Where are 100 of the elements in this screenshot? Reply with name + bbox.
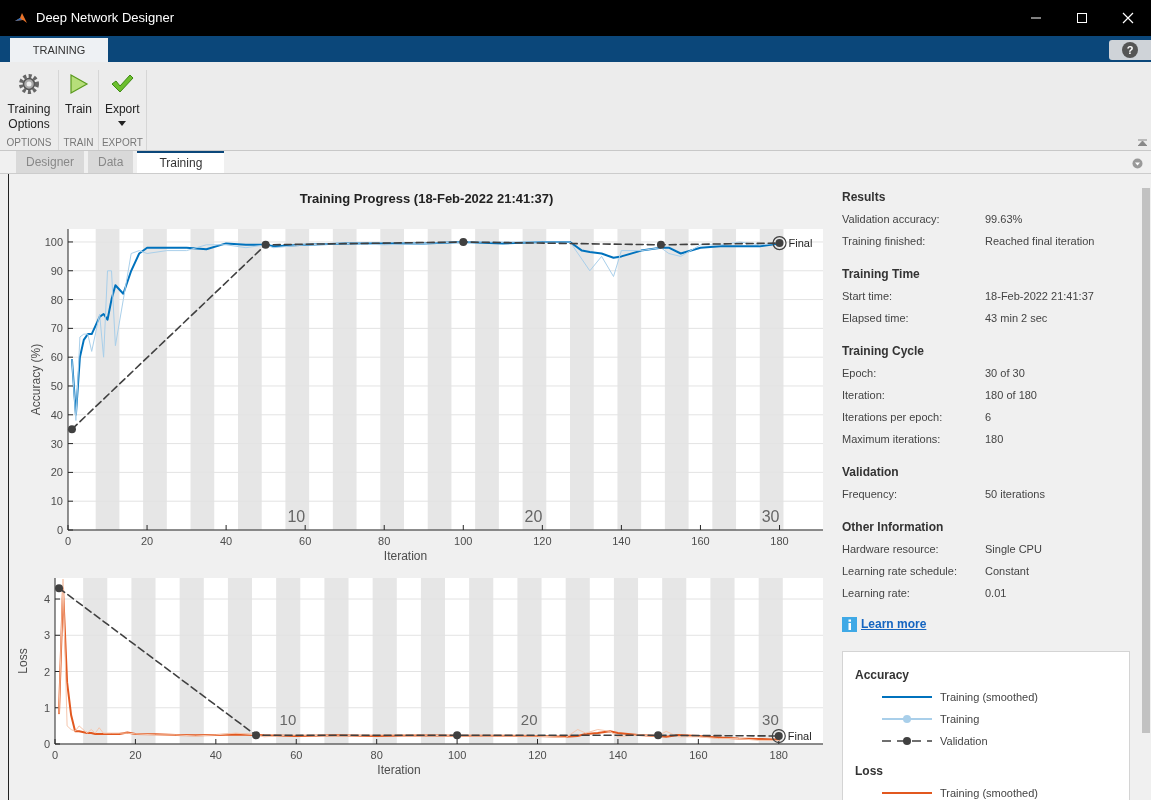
info-label: Training finished: xyxy=(842,234,927,249)
section-heading: Results xyxy=(842,189,887,206)
epoch-label: 10 xyxy=(279,710,297,728)
tick-label: 40 xyxy=(220,534,233,547)
axis-title: Accuracy (%) xyxy=(29,343,43,415)
legend-label: Validation xyxy=(940,733,988,749)
info-value: 30 of 30 xyxy=(985,366,1025,381)
tick-label: 100 xyxy=(44,235,63,248)
tick-label: 30 xyxy=(50,437,63,450)
toolbar-button[interactable]: Export xyxy=(101,70,143,128)
tick-label: 80 xyxy=(370,748,383,761)
tick-label: 20 xyxy=(129,748,142,761)
info-value: 50 iterations xyxy=(985,487,1045,502)
validation-marker xyxy=(453,730,462,739)
tick-label: 60 xyxy=(50,350,63,363)
tick-label: 10 xyxy=(50,494,63,507)
document-tab[interactable]: Training xyxy=(137,151,225,173)
group-label: OPTIONS xyxy=(5,137,53,150)
tick-label: 180 xyxy=(769,748,788,761)
chart-title: Training Progress (18-Feb-2022 21:41:37) xyxy=(298,190,555,208)
tick-label: 40 xyxy=(50,408,63,421)
section-heading: Other Information xyxy=(842,519,945,536)
tick-label: 3 xyxy=(43,628,50,641)
tick-label: 160 xyxy=(689,748,708,761)
tick-label: 80 xyxy=(50,293,63,306)
ribbon-tab[interactable]: TRAINING xyxy=(10,38,108,62)
info-label: Learning rate: xyxy=(842,586,911,601)
tick-label: 80 xyxy=(378,534,391,547)
window-title: Deep Network Designer xyxy=(36,9,174,28)
tick-label: 180 xyxy=(770,534,789,547)
section-heading: Training Time xyxy=(842,266,921,283)
info-value: Reached final iteration xyxy=(985,234,1095,249)
info-label: Learning rate schedule: xyxy=(842,564,958,579)
axis-title: Iteration xyxy=(383,548,428,563)
legend-swatch xyxy=(882,736,932,746)
tick-label: 0 xyxy=(64,534,72,547)
epoch-label: 30 xyxy=(762,710,779,728)
tick-label: 1 xyxy=(43,701,50,714)
validation-marker xyxy=(459,237,468,246)
tick-label: 40 xyxy=(209,748,222,761)
tick-label: 0 xyxy=(51,748,59,761)
legend-heading: Accuracy xyxy=(855,667,911,684)
epoch-label: 30 xyxy=(761,507,780,525)
section-heading: Validation xyxy=(842,464,900,481)
tick-label: 2 xyxy=(43,665,50,677)
info-value: 0.01 xyxy=(985,586,1007,601)
close-icon[interactable] xyxy=(1122,12,1134,24)
validation-marker xyxy=(656,240,665,249)
info-label: Iterations per epoch: xyxy=(842,410,944,425)
info-label: Frequency: xyxy=(842,487,899,502)
info-value: Constant xyxy=(985,564,1030,579)
validation-marker xyxy=(67,424,76,433)
tick-label: 100 xyxy=(454,534,473,547)
tick-label: 20 xyxy=(50,465,63,478)
info-value: 99.63% xyxy=(985,212,1023,227)
info-value: 180 xyxy=(985,432,1004,447)
axis-title: Iteration xyxy=(377,762,421,777)
final-label: Final xyxy=(787,729,812,742)
tick-label: 4 xyxy=(43,592,50,605)
tick-label: 0 xyxy=(43,737,50,750)
info-label: Start time: xyxy=(842,289,894,304)
section-heading: Training Cycle xyxy=(842,343,926,360)
legend-label: Training (smoothed) xyxy=(940,689,1039,705)
info-value: 43 min 2 sec xyxy=(985,311,1048,326)
info-icon xyxy=(842,616,857,632)
learn-more-link[interactable]: Learn more xyxy=(861,615,927,633)
maximize-icon[interactable] xyxy=(1076,12,1088,24)
dropdown-icon[interactable] xyxy=(1132,158,1143,169)
tick-label: 60 xyxy=(299,534,312,547)
info-label: Validation accuracy: xyxy=(842,212,941,227)
tick-label: 140 xyxy=(608,748,628,761)
tick-label: 120 xyxy=(528,748,547,761)
toolbar-button[interactable]: Training Options xyxy=(3,70,55,134)
collapse-icon[interactable] xyxy=(1138,139,1147,146)
validation-marker xyxy=(55,583,63,592)
axis-title: Loss xyxy=(16,647,30,674)
info-value: 180 of 180 xyxy=(985,388,1037,403)
validation-marker xyxy=(261,240,270,249)
tick-label: 70 xyxy=(50,321,63,334)
info-label: Iteration: xyxy=(842,388,886,403)
tick-label: 160 xyxy=(691,534,710,547)
final-label: Final xyxy=(788,236,813,249)
tick-label: 100 xyxy=(447,748,467,761)
info-value: 6 xyxy=(985,410,992,425)
group-label: TRAIN xyxy=(62,137,95,150)
tick-label: 0 xyxy=(56,523,63,536)
info-value: 18-Feb-2022 21:41:37 xyxy=(985,289,1094,304)
legend-swatch xyxy=(882,714,932,724)
logo-icon xyxy=(14,11,28,25)
toolbar-button[interactable]: Train xyxy=(62,70,95,119)
info-label: Elapsed time: xyxy=(842,311,910,326)
gear-icon xyxy=(17,72,41,96)
epoch-label: 20 xyxy=(524,507,543,525)
legend-heading: Loss xyxy=(855,763,884,780)
help-button[interactable]: ? xyxy=(1109,40,1151,60)
tick-label: 20 xyxy=(140,534,154,547)
info-label: Hardware resource: xyxy=(842,542,940,557)
tick-label: 50 xyxy=(50,379,63,392)
info-value: Single CPU xyxy=(985,542,1042,557)
tick-label: 60 xyxy=(290,748,303,761)
